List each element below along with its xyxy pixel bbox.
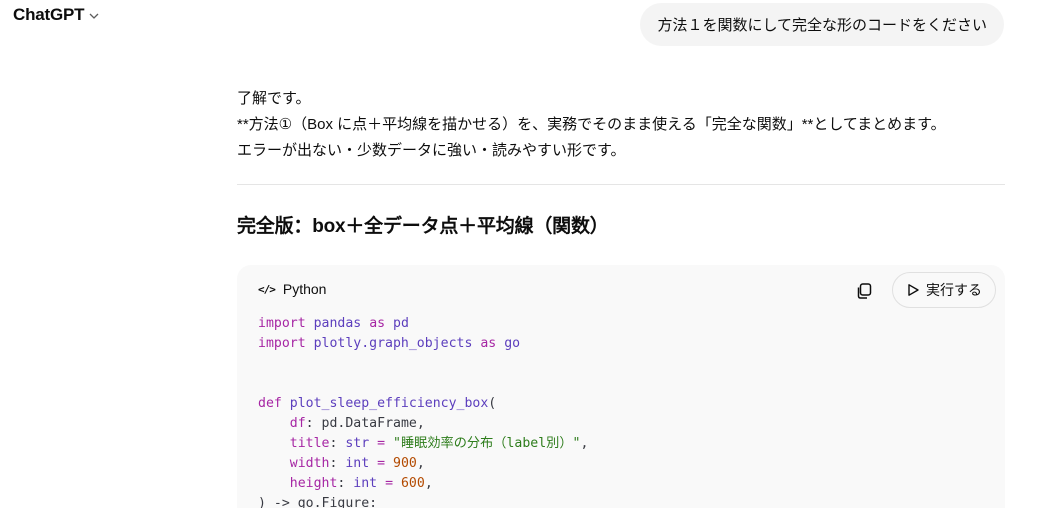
user-message-text: 方法１を関数にして完全な形のコードをください [657,17,987,34]
copy-button[interactable] [852,279,876,303]
code-icon: </> [258,282,276,296]
divider [237,184,1005,185]
code-token: plot_sleep_efficiency_box [289,396,489,411]
code-block-header: </> Python 実行する [237,265,1005,315]
code-token: height [289,476,338,491]
code-content: import pandas as pd import plotly.graph_… [258,314,588,508]
assistant-line-3: エラーが出ない・少数データに強い・読みやすい形です。 [237,142,626,159]
code-token: width [289,456,330,471]
run-button[interactable]: 実行する [892,272,996,308]
assistant-line-1: 了解です。 [237,90,311,107]
app-title: ChatGPT [13,5,85,24]
run-button-label: 実行する [926,282,982,298]
code-token: go [504,336,521,351]
code-token: ) -> go.Figure: [258,496,378,508]
code-language: Python [282,281,327,297]
code-token: as [369,316,386,331]
code-token: int [353,476,378,491]
code-token: def [258,396,282,411]
user-message-bubble: 方法１を関数にして完全な形のコードをください [640,3,1004,46]
code-token: title [289,436,330,451]
code-token: plotly.graph_objects [313,336,473,351]
code-token: 900 [393,456,417,471]
code-token: as [480,336,497,351]
code-language-label: </> Python [258,281,326,297]
assistant-message: 了解です。 **方法①（Box に点＋平均線を描かせる）を、実務でそのまま使える… [237,86,1005,242]
copy-icon [857,283,872,299]
section-heading: 完全版：box＋全データ点＋平均線（関数） [237,216,609,237]
model-selector[interactable]: ChatGPT [13,5,100,25]
code-token: df [289,416,306,431]
code-token: 600 [400,476,425,491]
play-icon [908,284,919,296]
assistant-line-2: **方法①（Box に点＋平均線を描かせる）を、実務でそのまま使える「完全な関数… [237,116,946,133]
code-token: import [258,336,306,351]
code-token: pd [393,316,409,331]
code-token: "睡眠効率の分布（label別）" [393,436,581,451]
code-block: </> Python 実行する import pandas as pd impo… [237,265,1005,508]
code-token: int [345,456,370,471]
chevron-down-icon [89,13,99,19]
code-token: str [345,436,370,451]
code-token: pandas [313,316,362,331]
code-token: pd.DataFrame [321,416,417,431]
code-token: import [258,316,306,331]
